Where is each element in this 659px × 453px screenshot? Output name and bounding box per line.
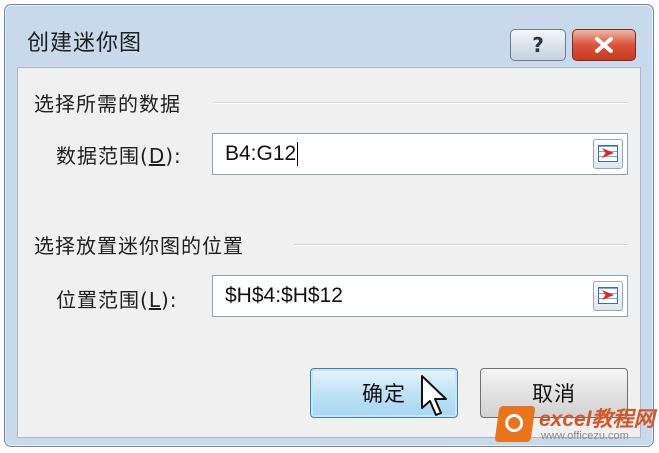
group-divider [294,244,628,246]
watermark: excel教程网 www.officezu.com [494,403,657,449]
location-range-value: $H$4:$H$12 [225,284,343,307]
text-caret [297,142,299,167]
title-bar[interactable]: 创建迷你图 ? [5,5,653,67]
location-range-picker-button[interactable] [593,281,623,311]
dialog-title: 创建迷你图 [27,31,143,56]
data-range-input[interactable]: B4:G12 [212,133,628,175]
help-button[interactable]: ? [510,29,566,61]
group-divider [214,102,628,104]
office-logo-icon [494,406,536,442]
watermark-url: www.officezu.com [541,430,629,442]
data-group-title: 选择所需的数据 [34,92,181,116]
location-group-title: 选择放置迷你图的位置 [34,234,244,258]
create-sparklines-dialog: 创建迷你图 ? 选择所需的数据 数据范围(D): B4:G12 选择放置迷你图的… [4,4,654,447]
dialog-body: 选择所需的数据 数据范围(D): B4:G12 选择放置迷你图的位置 位置范围(… [17,67,641,438]
mouse-pointer-icon [421,375,447,416]
help-icon: ? [532,33,544,57]
location-range-label: 位置范围(L): [56,288,178,312]
data-range-value: B4:G12 [225,142,299,167]
watermark-brand: excel教程网 [539,408,655,431]
data-range-label: 数据范围(D): [56,144,182,168]
close-button[interactable] [572,29,636,61]
location-range-input[interactable]: $H$4:$H$12 [212,275,628,317]
close-icon [595,37,613,53]
data-range-picker-button[interactable] [593,139,623,169]
